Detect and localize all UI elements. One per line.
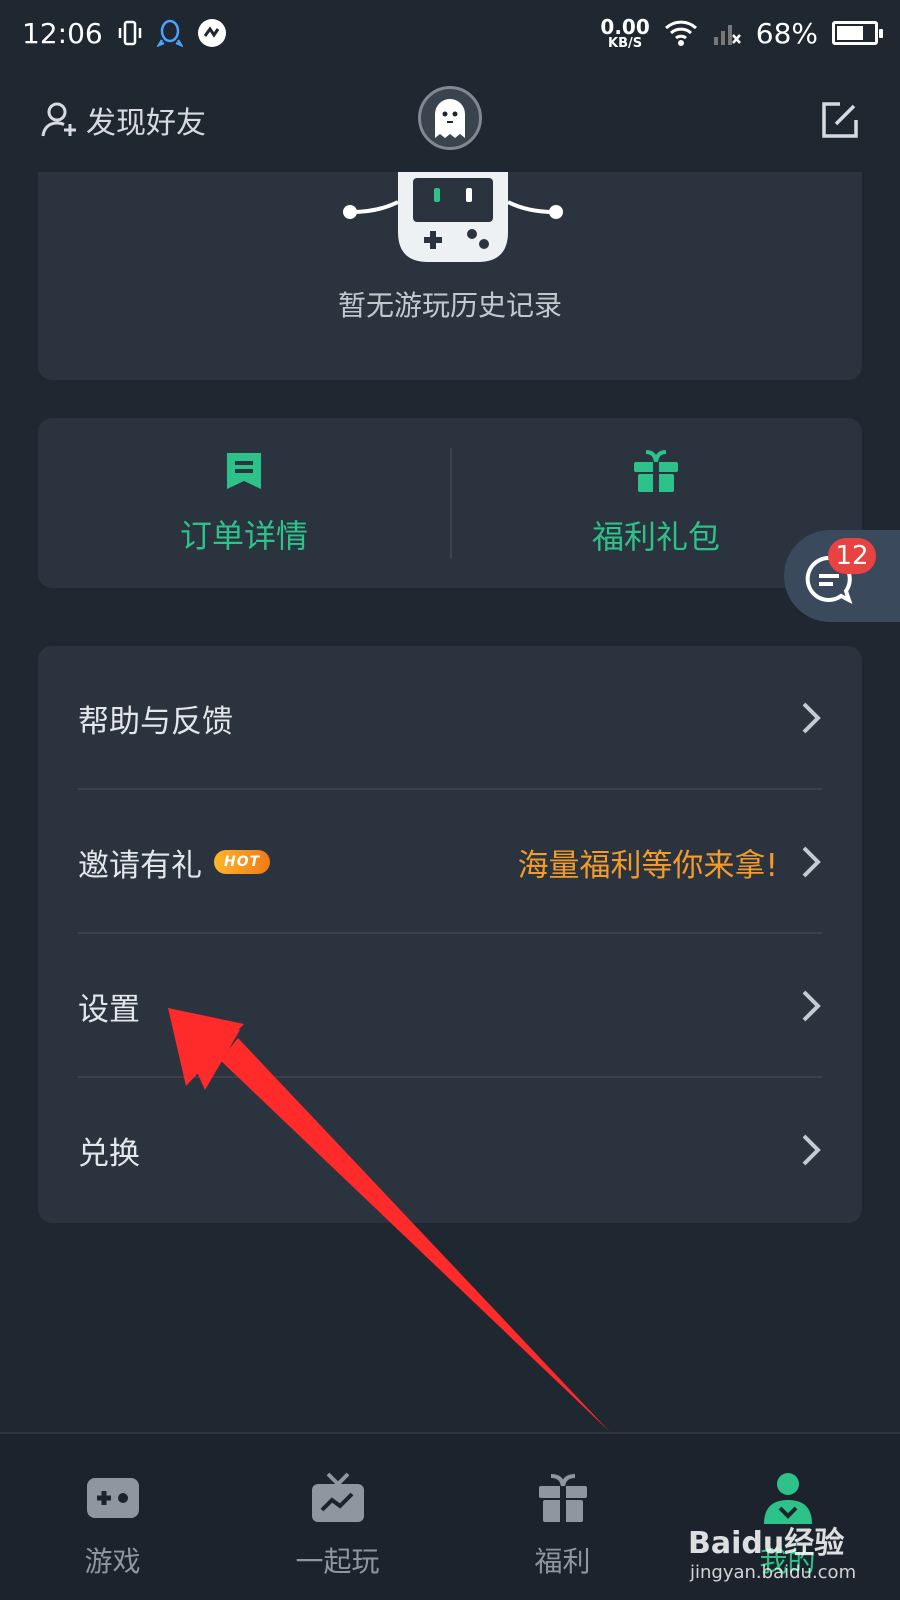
menu-item-label: 兑换: [78, 1135, 140, 1172]
menu-item-label: 邀请有礼: [78, 847, 202, 884]
chevron-right-icon: [802, 846, 821, 878]
network-speed: 0.00 KB/S: [600, 14, 650, 51]
app-notification-icon: [197, 19, 226, 47]
top-bar: 发现好友: [0, 80, 900, 160]
tab-label: 游戏: [84, 1545, 141, 1578]
find-friends-button[interactable]: 发现好友: [40, 98, 206, 142]
tab-play-together[interactable]: 一起玩: [225, 1434, 450, 1600]
chat-float-button[interactable]: 12: [784, 530, 900, 622]
quick-actions-card: 订单详情 福利礼包: [38, 418, 862, 588]
history-empty-text: 暂无游玩历史记录: [337, 289, 562, 322]
order-details-icon: [227, 453, 261, 489]
gamepad-icon: [86, 1478, 139, 1518]
menu-item-label: 帮助与反馈: [78, 703, 233, 740]
game-console-mascot-icon: [343, 172, 563, 262]
order-details-label: 订单详情: [179, 517, 308, 555]
tv-icon: [311, 1472, 364, 1522]
qq-icon: [156, 19, 183, 48]
menu-item-redeem[interactable]: 兑换: [78, 1078, 822, 1222]
status-bar: 12:06 0.00 KB/S 68%: [0, 0, 900, 66]
hot-badge: HOT: [214, 850, 271, 874]
settings-menu-card: 帮助与反馈 邀请有礼 HOT 海量福利等你来拿! 设置 兑换: [38, 646, 862, 1223]
wifi-icon: [664, 20, 697, 46]
chevron-right-icon: [802, 990, 821, 1022]
tab-games[interactable]: 游戏: [0, 1434, 225, 1600]
chevron-right-icon: [802, 702, 821, 734]
gift-pack-icon: [634, 450, 678, 492]
baidu-watermark: Baidu经验: [688, 1526, 845, 1561]
edit-icon[interactable]: [818, 98, 862, 142]
add-friend-icon: [41, 102, 76, 137]
invite-promo-text: 海量福利等你来拿!: [517, 847, 778, 884]
baidu-watermark-url: jingyan.baidu.com: [690, 1562, 857, 1583]
menu-item-settings[interactable]: 设置: [78, 934, 822, 1078]
tab-label: 一起玩: [295, 1545, 380, 1578]
gift-icon: [538, 1474, 587, 1522]
battery-icon: [832, 21, 883, 45]
tab-label: 福利: [534, 1545, 591, 1578]
chevron-right-icon: [802, 1134, 821, 1166]
cell-signal-icon: [713, 25, 741, 45]
battery-percent: 68%: [755, 16, 818, 50]
avatar[interactable]: [418, 86, 482, 150]
order-details-button[interactable]: 订单详情: [38, 418, 450, 588]
play-history-card: 暂无游玩历史记录: [38, 172, 862, 380]
vibrate-icon: [118, 20, 141, 46]
tab-benefits[interactable]: 福利: [450, 1434, 675, 1600]
status-time: 12:06: [22, 16, 103, 50]
menu-item-help-feedback[interactable]: 帮助与反馈: [78, 646, 822, 790]
bottom-tab-bar: 游戏 一起玩 福利 我的 Baidu经验 jingyan.baidu.com: [0, 1432, 900, 1600]
ghost-avatar-icon: [435, 99, 465, 138]
menu-item-invite[interactable]: 邀请有礼 HOT 海量福利等你来拿!: [78, 790, 822, 934]
gift-pack-label: 福利礼包: [591, 518, 720, 556]
find-friends-label: 发现好友: [86, 106, 206, 141]
chat-unread-badge: 12: [828, 538, 876, 574]
menu-item-label: 设置: [78, 991, 140, 1028]
